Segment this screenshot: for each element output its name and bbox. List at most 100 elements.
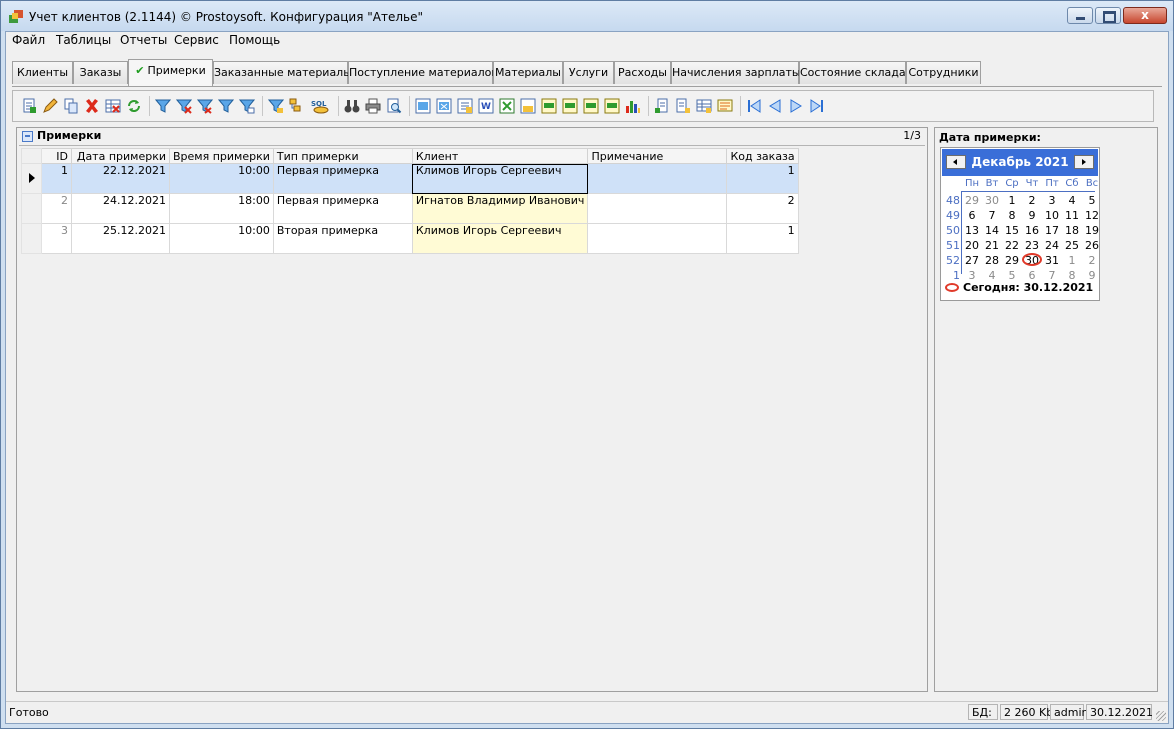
calendar-day[interactable]: 4	[982, 269, 1002, 282]
calendar-day[interactable]: 5	[1002, 269, 1022, 282]
filter-clear-icon[interactable]	[197, 98, 213, 114]
calendar-day[interactable]: 5	[1082, 194, 1102, 207]
calendar-day[interactable]: 1	[1002, 194, 1022, 207]
tab-materials-receipt[interactable]: Поступление материалов	[348, 61, 498, 84]
panel-collapse-icon[interactable]	[22, 131, 33, 142]
column-header-date[interactable]: Дата примерки	[71, 148, 170, 164]
group-icon[interactable]	[289, 98, 305, 114]
calendar-day[interactable]: 9	[1082, 269, 1102, 282]
calendar-day[interactable]: 22	[1002, 239, 1022, 252]
properties-icon[interactable]	[717, 98, 733, 114]
cell-type[interactable]: Первая примерка	[272, 193, 413, 224]
tab-employees[interactable]: Сотрудники	[906, 61, 981, 84]
cell-date[interactable]: 25.12.2021	[71, 223, 170, 254]
calendar-day[interactable]: 25	[1062, 239, 1082, 252]
cell-order[interactable]: 2	[726, 193, 799, 224]
calendar-day[interactable]: 6	[1022, 269, 1042, 282]
calendar-day[interactable]: 8	[1062, 269, 1082, 282]
delete-record-icon[interactable]	[84, 98, 100, 114]
delete-all-icon[interactable]	[105, 98, 121, 114]
export-text-icon[interactable]	[457, 98, 473, 114]
table-row[interactable]: 1 22.12.2021 10:00 Первая примерка Климо…	[21, 163, 799, 194]
column-header-id[interactable]: ID	[41, 148, 72, 164]
menu-service[interactable]: Сервис	[174, 33, 219, 47]
cell-id[interactable]: 1	[41, 163, 72, 194]
export-excel-icon[interactable]	[436, 98, 452, 114]
column-header-client[interactable]: Клиент	[411, 148, 589, 164]
tab-materials[interactable]: Материалы	[493, 61, 563, 84]
filter-icon[interactable]	[155, 98, 171, 114]
filter-remove-icon[interactable]	[176, 98, 192, 114]
cell-id[interactable]: 3	[41, 223, 72, 254]
export-xml-icon[interactable]	[499, 98, 515, 114]
export-html-icon[interactable]	[541, 98, 557, 114]
calendar-day[interactable]: 27	[962, 254, 982, 267]
tab-salary[interactable]: Начисления зарплаты	[671, 61, 801, 84]
calendar-day[interactable]: 4	[1062, 194, 1082, 207]
calendar-day[interactable]: 7	[982, 209, 1002, 222]
cell-note[interactable]	[587, 223, 728, 254]
menu-tables[interactable]: Таблицы	[56, 33, 111, 47]
filter-select-icon[interactable]	[239, 98, 255, 114]
export-html2-icon[interactable]	[583, 98, 599, 114]
calendar-day[interactable]: 1	[1062, 254, 1082, 267]
next-record-icon[interactable]	[788, 98, 804, 114]
row-indicator[interactable]	[21, 223, 42, 254]
edit-record-icon[interactable]	[42, 98, 58, 114]
menu-file[interactable]: Файл	[12, 33, 45, 47]
table-row[interactable]: 3 25.12.2021 10:00 Вторая примерка Климо…	[21, 223, 799, 254]
maximize-button[interactable]	[1095, 7, 1121, 24]
cell-date[interactable]: 22.12.2021	[71, 163, 170, 194]
cell-id[interactable]: 2	[41, 193, 72, 224]
last-record-icon[interactable]	[809, 98, 825, 114]
cell-note[interactable]	[587, 193, 728, 224]
calendar-today[interactable]: Сегодня: 30.12.2021	[945, 281, 1093, 294]
column-header-type[interactable]: Тип примерки	[272, 148, 413, 164]
calendar-day[interactable]: 18	[1062, 224, 1082, 237]
cell-type[interactable]: Вторая примерка	[272, 223, 413, 254]
tab-fittings[interactable]: ✔ Примерки	[128, 59, 213, 86]
tab-orders[interactable]: Заказы	[73, 61, 128, 84]
calendar-day[interactable]: 10	[1042, 209, 1062, 222]
calendar-day[interactable]: 11	[1062, 209, 1082, 222]
calendar-day[interactable]: 28	[982, 254, 1002, 267]
tab-ordered-materials[interactable]: Заказанные материалы	[213, 61, 352, 84]
cell-time[interactable]: 10:00	[169, 223, 274, 254]
export-word-icon[interactable]	[415, 98, 431, 114]
cell-client[interactable]: Климов Игорь Сергеевич	[411, 163, 589, 194]
calendar-next-month-button[interactable]	[1074, 155, 1094, 169]
cell-date[interactable]: 24.12.2021	[71, 193, 170, 224]
tab-clients[interactable]: Клиенты	[12, 61, 73, 84]
cell-type[interactable]: Первая примерка	[272, 163, 413, 194]
tab-services[interactable]: Услуги	[563, 61, 614, 84]
column-header-order[interactable]: Код заказа	[726, 148, 799, 164]
minimize-button[interactable]	[1067, 7, 1093, 24]
tab-expenses[interactable]: Расходы	[614, 61, 671, 84]
calendar-day[interactable]: 8	[1002, 209, 1022, 222]
export-sql-icon[interactable]	[562, 98, 578, 114]
print-preview-icon[interactable]	[386, 98, 402, 114]
calendar-day[interactable]: 6	[962, 209, 982, 222]
calendar-day[interactable]: 29	[1002, 254, 1022, 267]
cell-time[interactable]: 10:00	[169, 163, 274, 194]
column-header-note[interactable]: Примечание	[587, 148, 728, 164]
find-icon[interactable]	[344, 98, 360, 114]
tab-stock[interactable]: Состояние склада	[799, 61, 906, 84]
calendar-day[interactable]: 31	[1042, 254, 1062, 267]
cell-order[interactable]: 1	[726, 163, 799, 194]
layout-icon[interactable]	[696, 98, 712, 114]
first-record-icon[interactable]	[746, 98, 762, 114]
calendar-day[interactable]: 19	[1082, 224, 1102, 237]
columns-icon[interactable]	[654, 98, 670, 114]
cell-note[interactable]	[587, 163, 728, 194]
table-row[interactable]: 2 24.12.2021 18:00 Первая примерка Игнат…	[21, 193, 799, 224]
menu-help[interactable]: Помощь	[229, 33, 280, 47]
cell-client[interactable]: Климов Игорь Сергеевич	[411, 223, 589, 254]
calendar-day[interactable]: 21	[982, 239, 1002, 252]
calendar-day[interactable]: 13	[962, 224, 982, 237]
calendar-day[interactable]: 12	[1082, 209, 1102, 222]
refresh-icon[interactable]	[126, 98, 142, 114]
row-indicator[interactable]	[21, 163, 42, 194]
calendar-day[interactable]: 30	[982, 194, 1002, 207]
export-pdf-icon[interactable]: W	[478, 98, 494, 114]
